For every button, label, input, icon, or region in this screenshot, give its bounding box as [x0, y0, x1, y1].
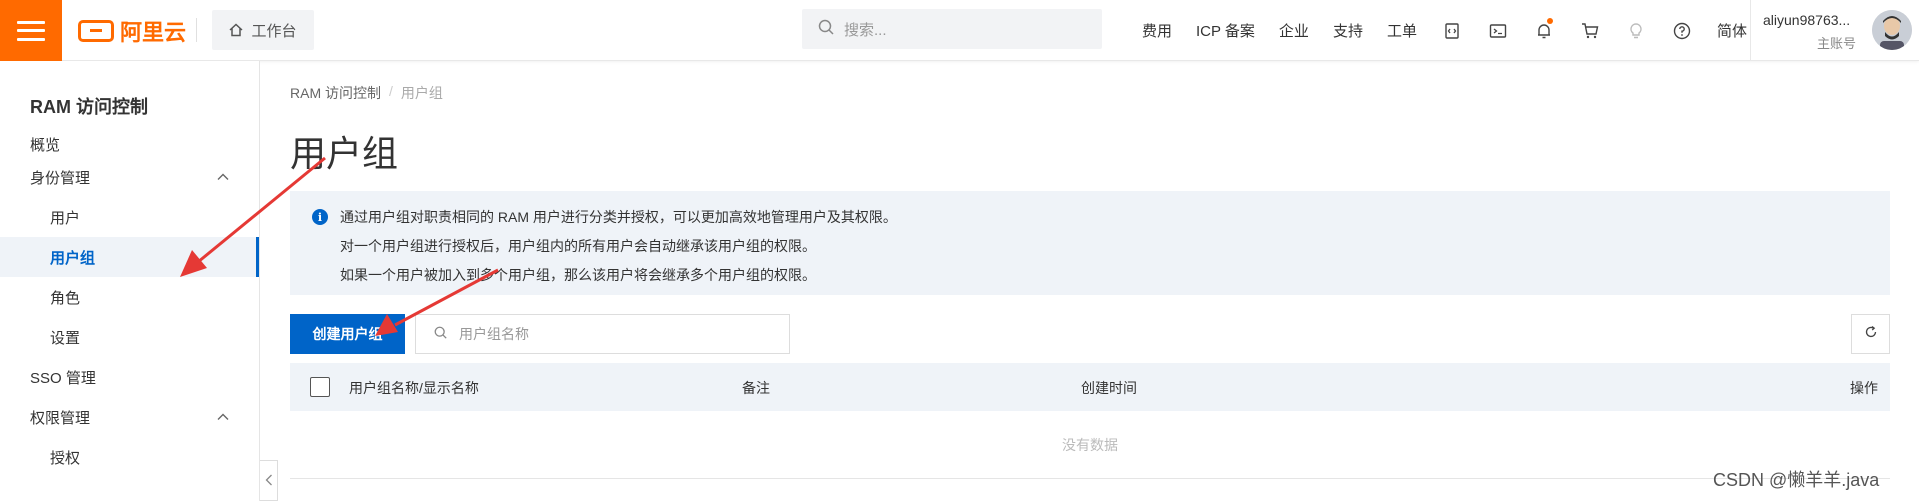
lightbulb-icon[interactable]: [1613, 22, 1659, 40]
column-header-name[interactable]: 用户组名称/显示名称: [349, 378, 479, 398]
aliyun-logo[interactable]: 阿里云: [78, 16, 186, 46]
column-header-remark[interactable]: 备注: [742, 378, 770, 398]
search-icon: [818, 19, 834, 39]
sidebar-item-settings[interactable]: 设置: [0, 317, 259, 357]
column-header-actions: 操作: [1850, 380, 1878, 396]
nav-tickets[interactable]: 工单: [1375, 20, 1429, 41]
select-all-checkbox[interactable]: [310, 377, 330, 397]
logo-text: 阿里云: [120, 20, 187, 45]
sidebar-item-label: 身份管理: [30, 169, 91, 187]
home-icon: [229, 23, 243, 37]
top-bar: 阿里云 工作台 搜索... 费用 ICP 备案 企业 支持 工单 简体 aliy…: [0, 0, 1919, 61]
breadcrumb-ram[interactable]: RAM 访问控制: [290, 83, 381, 103]
sidebar: RAM 访问控制 概览 身份管理 用户 用户组 角色 设置 SSO 管理 权限管…: [0, 61, 260, 501]
sidebar-item-users[interactable]: 用户: [0, 197, 259, 237]
cart-icon[interactable]: [1567, 22, 1613, 40]
top-nav: 费用 ICP 备案 企业 支持 工单 简体: [1130, 0, 1759, 61]
user-group-name-search[interactable]: 用户组名称: [415, 314, 790, 354]
column-header-created-time[interactable]: 创建时间: [1081, 378, 1137, 398]
table-header: 用户组名称/显示名称 备注 创建时间 操作: [290, 363, 1890, 411]
sidebar-item-sso[interactable]: SSO 管理: [0, 357, 259, 397]
search-placeholder: 用户组名称: [459, 326, 529, 342]
info-notice: i 通过用户组对职责相同的 RAM 用户进行分类并授权，可以更加高效地管理用户及…: [290, 191, 1890, 295]
notice-line: 对一个用户组进行授权后，用户组内的所有用户会自动继承该用户组的权限。: [340, 238, 816, 254]
sidebar-item-label: 用户: [50, 209, 81, 227]
watermark: CSDN @懒羊羊.java: [1713, 470, 1880, 490]
nav-billing[interactable]: 费用: [1130, 20, 1184, 41]
logo-divider: [196, 18, 197, 42]
search-placeholder: 搜索...: [844, 21, 887, 39]
sidebar-item-label: 设置: [50, 329, 81, 347]
aliyun-logo-mark-icon: [78, 20, 114, 42]
terminal-icon[interactable]: [1475, 22, 1521, 40]
sidebar-item-label: 授权: [50, 449, 81, 467]
workbench-button[interactable]: 工作台: [212, 10, 314, 50]
workbench-label: 工作台: [251, 22, 297, 40]
main-content: RAM 访问控制 / 用户组 用户组 i 通过用户组对职责相同的 RAM 用户进…: [261, 61, 1919, 501]
chevron-up-icon: [217, 173, 229, 180]
info-icon: i: [312, 209, 328, 225]
sidebar-item-roles[interactable]: 角色: [0, 277, 259, 317]
menu-button[interactable]: [0, 0, 62, 61]
notice-line: 如果一个用户被加入到多个用户组，那么该用户将会继承多个用户组的权限。: [340, 267, 816, 283]
code-icon[interactable]: [1429, 22, 1475, 40]
bell-icon[interactable]: [1521, 17, 1567, 40]
sidebar-title: RAM 访问控制: [30, 97, 148, 117]
page-title: 用户组: [290, 133, 399, 174]
sidebar-item-user-groups[interactable]: 用户组: [0, 237, 259, 277]
create-user-group-button[interactable]: 创建用户组: [290, 314, 405, 354]
refresh-icon: [1864, 325, 1878, 344]
nav-icp[interactable]: ICP 备案: [1184, 20, 1267, 41]
avatar[interactable]: [1872, 10, 1912, 50]
user-name: aliyun98763...: [1763, 12, 1851, 28]
refresh-button[interactable]: [1851, 314, 1890, 354]
breadcrumb: RAM 访问控制 / 用户组: [290, 83, 443, 103]
sidebar-item-label: 概览: [30, 136, 61, 154]
sidebar-item-label: 角色: [50, 289, 81, 307]
breadcrumb-separator: /: [389, 83, 393, 99]
search-icon: [434, 326, 447, 342]
nav-enterprise[interactable]: 企业: [1267, 20, 1321, 41]
help-icon[interactable]: [1659, 22, 1705, 40]
sidebar-item-grants[interactable]: 授权: [0, 437, 259, 477]
sidebar-item-label: 权限管理: [30, 409, 91, 427]
hamburger-icon: [17, 20, 45, 41]
chevron-up-icon: [217, 413, 229, 420]
table-empty-state: 没有数据: [290, 411, 1890, 479]
sidebar-item-permission-management[interactable]: 权限管理: [0, 397, 259, 437]
sidebar-item-label: 用户组: [50, 249, 96, 267]
notice-line: 通过用户组对职责相同的 RAM 用户进行分类并授权，可以更加高效地管理用户及其权…: [340, 209, 897, 225]
notification-dot: [1546, 17, 1553, 24]
nav-support[interactable]: 支持: [1321, 20, 1375, 41]
sidebar-item-identity-management[interactable]: 身份管理: [0, 157, 259, 197]
breadcrumb-current: 用户组: [400, 85, 443, 101]
user-account[interactable]: aliyun98763... 主账号: [1750, 0, 1856, 61]
sidebar-item-label: SSO 管理: [30, 369, 96, 387]
global-search[interactable]: 搜索...: [802, 9, 1102, 49]
user-role: 主账号: [1817, 36, 1857, 51]
